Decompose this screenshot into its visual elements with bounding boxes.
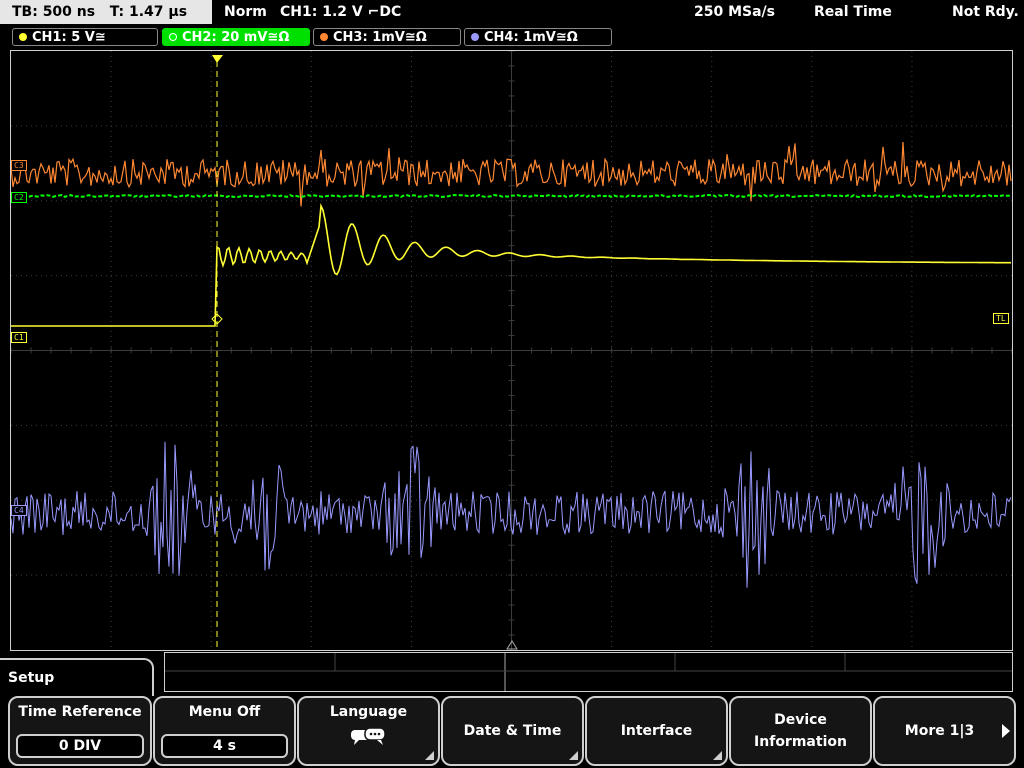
channel-tab-ch1[interactable]: CH1: 5 V≅ <box>12 28 158 46</box>
date-time-label: Date & Time <box>463 723 562 739</box>
ch3-dot-icon <box>320 33 328 41</box>
trigger-level[interactable]: CH1: 1.2 V ⌐DC <box>280 0 401 24</box>
submenu-indicator-icon <box>425 751 434 760</box>
time-reference-value: 0 DIV <box>16 734 144 758</box>
interface-label: Interface <box>620 723 693 739</box>
ch2-coupling: ≅Ω <box>267 30 290 45</box>
more-label: More 1|3 <box>904 723 975 739</box>
trigger-time-value: T: 1.47 µs <box>109 4 188 20</box>
date-time-softkey[interactable]: Date & Time <box>441 696 584 766</box>
ch3-ground-marker[interactable]: C3 <box>11 160 27 171</box>
menu-off-softkey[interactable]: Menu Off 4 s <box>153 696 296 766</box>
ch1-label: CH1: 5 V <box>32 30 95 45</box>
ch3-coupling: ≅Ω <box>404 30 427 45</box>
trigger-level-marker[interactable]: TL <box>993 313 1009 324</box>
speech-bubble-icon <box>299 726 438 750</box>
submenu-indicator-icon <box>713 751 722 760</box>
submenu-indicator-icon <box>569 751 578 760</box>
trigger-coupling: DC <box>379 4 402 20</box>
ch4-label: CH4: 1mV <box>484 30 556 45</box>
time-reference-label: Time Reference <box>18 704 142 720</box>
language-label: Language <box>329 704 408 720</box>
sample-rate: 250 MSa/s <box>694 4 776 20</box>
ch1-ground-marker[interactable]: C1 <box>11 332 27 343</box>
ch3-label: CH3: 1mV <box>333 30 405 45</box>
menu-off-value: 4 s <box>161 734 288 758</box>
menu-title: Setup <box>0 658 154 696</box>
device-information-label-2: Information <box>754 734 847 750</box>
time-reference-softkey[interactable]: Time Reference 0 DIV <box>8 696 152 766</box>
graticule-grid <box>11 51 1012 650</box>
arrow-right-icon <box>1002 724 1010 738</box>
overview-grid <box>165 653 1012 691</box>
more-softkey[interactable]: More 1|3 <box>873 696 1016 766</box>
waveform-canvas <box>11 51 1012 650</box>
ch2-ground-marker[interactable]: C2 <box>11 192 27 203</box>
language-softkey[interactable]: Language <box>297 696 440 766</box>
ch4-ground-marker[interactable]: C4 <box>11 505 27 516</box>
channel-tab-ch4[interactable]: CH4: 1mV≅Ω <box>464 28 612 46</box>
trigger-mode[interactable]: Norm <box>224 0 267 24</box>
ch2-label: CH2: 20 mV <box>182 30 268 45</box>
status-bar: TB: 500 ns T: 1.47 µs Norm CH1: 1.2 V ⌐D… <box>0 0 1024 26</box>
trigger-level-value: CH1: 1.2 V <box>280 4 363 20</box>
timebase-display[interactable]: TB: 500 ns T: 1.47 µs <box>0 0 212 24</box>
ch4-coupling: ≅Ω <box>555 30 578 45</box>
device-information-label-1: Device <box>774 712 827 728</box>
ch1-coupling: ≅ <box>94 30 106 45</box>
timebase-value: TB: 500 ns <box>12 4 96 20</box>
ch2-trace <box>11 193 1011 199</box>
ch1-dot-icon <box>19 33 27 41</box>
channel-tab-ch2[interactable]: CH2: 20 mV≅Ω <box>162 28 310 46</box>
ch2-dot-icon <box>169 33 177 41</box>
acquisition-status: Not Rdy. <box>952 4 1019 20</box>
waveform-display[interactable]: C3 C2 C1 C4 TL <box>10 50 1013 651</box>
menu-off-label: Menu Off <box>188 704 261 720</box>
acquisition-mode: Real Time <box>814 4 892 20</box>
rising-edge-icon: ⌐ <box>367 4 380 20</box>
interface-softkey[interactable]: Interface <box>585 696 728 766</box>
device-information-softkey[interactable]: Device Information <box>729 696 872 766</box>
ch4-dot-icon <box>471 33 479 41</box>
trigger-position-arrow-icon <box>212 55 223 63</box>
channel-tab-ch3[interactable]: CH3: 1mV≅Ω <box>313 28 461 46</box>
overview-strip <box>164 652 1013 692</box>
